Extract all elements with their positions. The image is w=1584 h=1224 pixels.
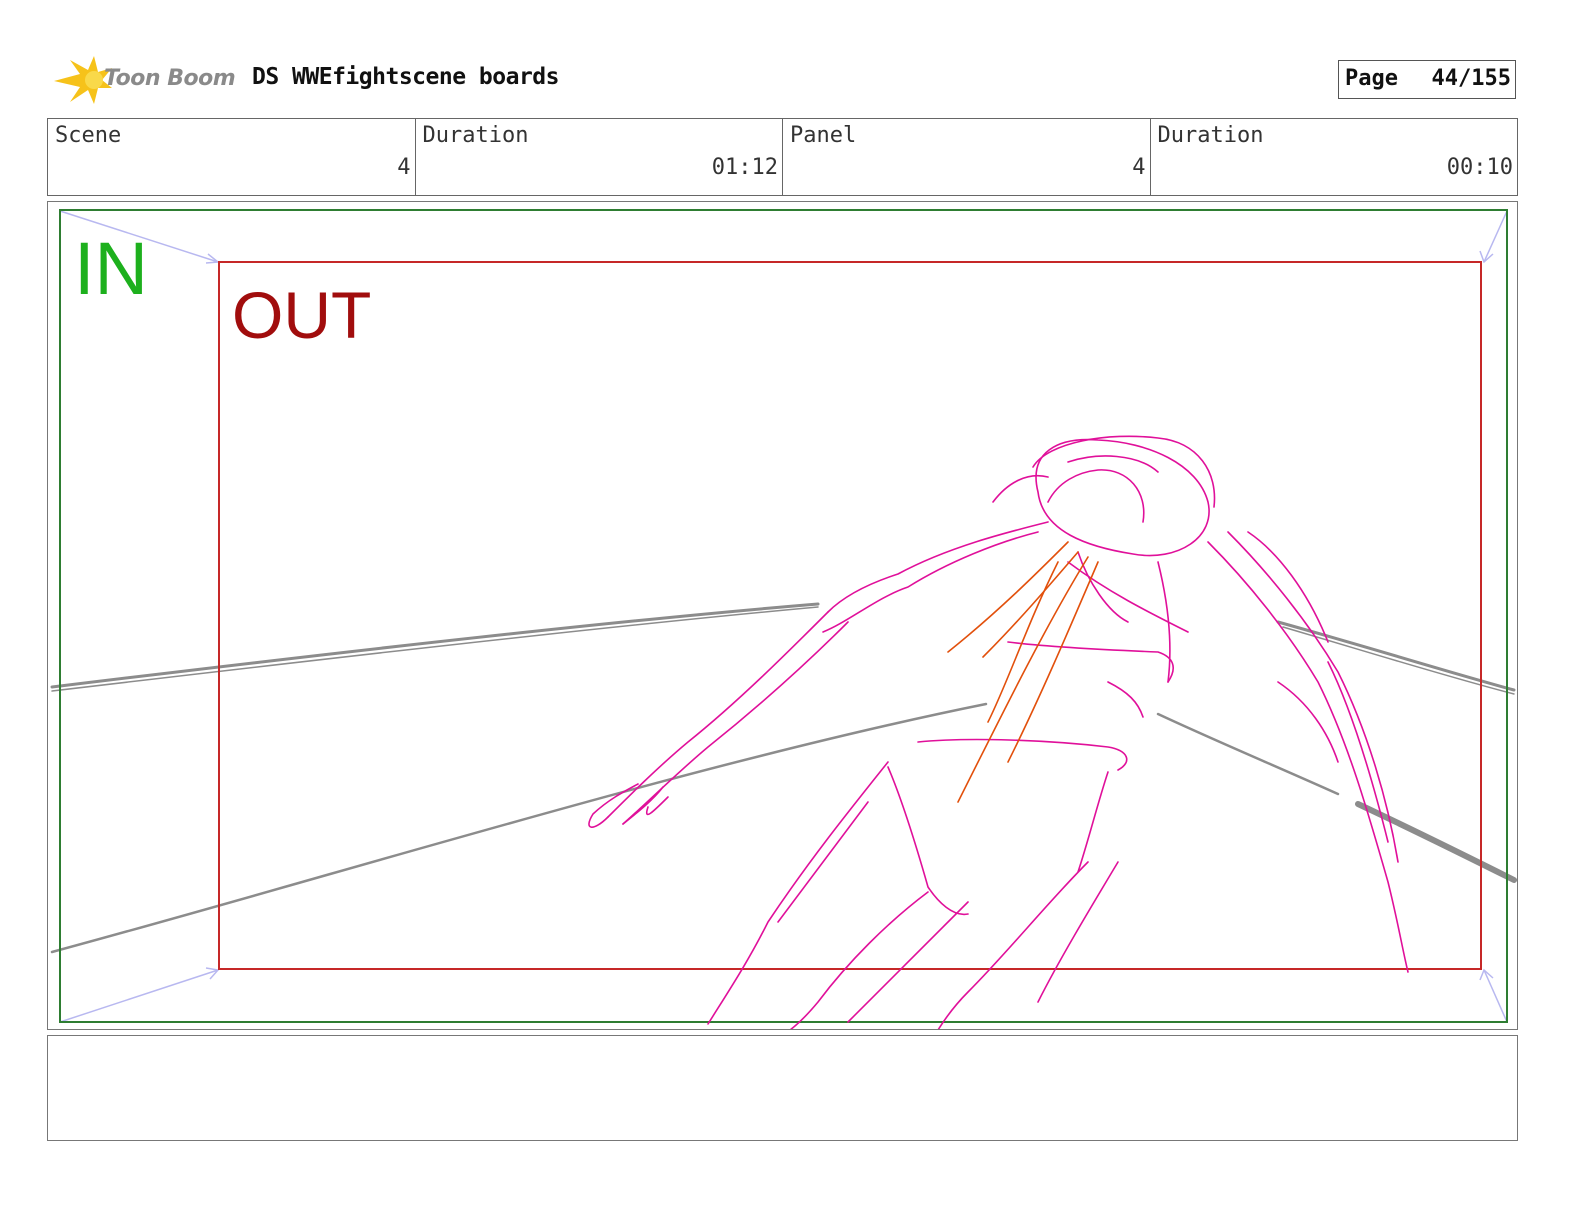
- panel-cell: Panel 4: [783, 119, 1151, 195]
- wrestler-sketch: [588, 435, 1409, 1029]
- blood-streaks: [947, 541, 1099, 803]
- scene-label: Scene: [55, 123, 122, 148]
- out-frame: [218, 261, 1482, 970]
- logo-text: Toon Boom: [104, 66, 236, 91]
- shot-info-table: Scene 4 Duration 01:12 Panel 4 Duration …: [47, 118, 1518, 196]
- storyboard-panel: IN OUT: [47, 201, 1518, 1030]
- panel-duration-cell: Duration 00:10: [1151, 119, 1518, 195]
- panel-duration-value: 00:10: [1446, 155, 1513, 180]
- document-title: DS WWEfightscene boards: [252, 64, 560, 90]
- panel-duration-label: Duration: [1157, 123, 1264, 148]
- in-label: IN: [74, 227, 148, 310]
- panel-notes-box[interactable]: [47, 1035, 1518, 1141]
- scene-duration-value: 01:12: [711, 155, 778, 180]
- out-label: OUT: [232, 278, 372, 352]
- scene-cell: Scene 4: [48, 119, 416, 195]
- scene-duration-label: Duration: [422, 123, 529, 148]
- panel-label: Panel: [790, 123, 857, 148]
- page-indicator: Page 44/155: [1338, 60, 1516, 99]
- panel-value: 4: [1132, 155, 1146, 180]
- page-number: 44/155: [1431, 66, 1511, 91]
- page-label: Page: [1345, 66, 1398, 91]
- scene-duration-cell: Duration 01:12: [416, 119, 783, 195]
- scene-value: 4: [397, 155, 411, 180]
